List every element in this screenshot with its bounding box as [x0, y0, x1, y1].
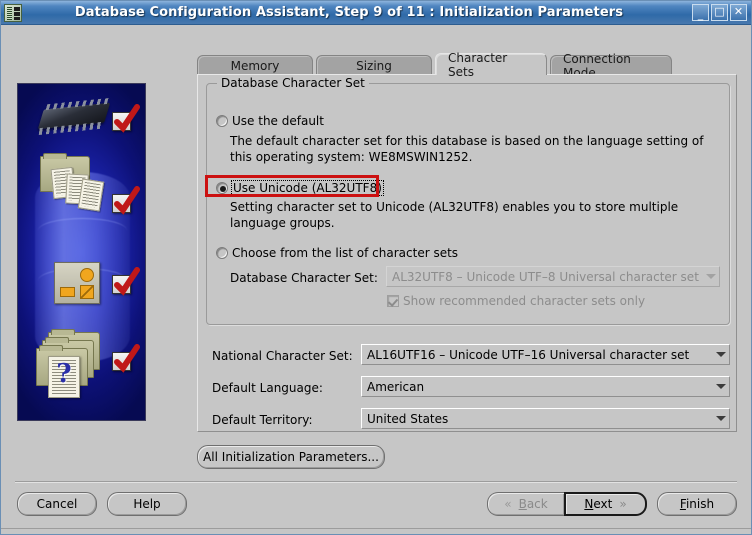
- close-glyph: ✕: [733, 5, 744, 18]
- close-icon[interactable]: ✕: [730, 4, 747, 21]
- database-character-set-label: Database Character Set:: [230, 271, 378, 285]
- rectangle-icon: [60, 287, 75, 297]
- checkmark-icon: [112, 267, 140, 296]
- radio-indicator: [216, 247, 228, 259]
- footer-divider: [15, 481, 737, 482]
- national-character-set-value: AL16UTF16 – Unicode UTF–16 Universal cha…: [367, 347, 690, 362]
- question-document-icon: ?: [48, 356, 80, 398]
- navigation-button-group: « Back Next »: [487, 492, 647, 516]
- database-character-set-value: AL32UTF8 – Unicode UTF–8 Universal chara…: [392, 269, 699, 284]
- tab-character-sets[interactable]: Character Sets: [435, 51, 547, 79]
- help-button[interactable]: Help: [107, 492, 187, 516]
- radio-indicator: [216, 115, 228, 127]
- finish-label: Finish: [679, 497, 715, 511]
- default-territory-select[interactable]: United States: [361, 408, 730, 429]
- radio-choose-from-list[interactable]: Choose from the list of character sets: [216, 246, 458, 260]
- next-label: Next: [584, 497, 613, 511]
- minimize-glyph: _: [697, 8, 704, 21]
- minimize-icon[interactable]: _: [692, 4, 709, 21]
- radio-use-unicode-label: Use Unicode (AL32UTF8): [231, 180, 384, 196]
- radio-use-the-default-label: Use the default: [232, 114, 324, 128]
- use-the-default-description: The default character set for this datab…: [230, 134, 704, 164]
- default-territory-value: United States: [367, 411, 449, 426]
- database-character-set-select[interactable]: AL32UTF8 – Unicode UTF–8 Universal chara…: [386, 266, 720, 287]
- back-label: Back: [518, 497, 548, 511]
- memory-chip-icon: [37, 102, 111, 130]
- tab-character-sets-label: Character Sets: [448, 50, 508, 79]
- radio-use-the-default[interactable]: Use the default: [216, 114, 324, 128]
- chevron-down-icon: [712, 384, 729, 389]
- tab-memory-label: Memory: [230, 58, 280, 73]
- chevron-down-icon: [712, 416, 729, 421]
- checkmark-icon: [112, 104, 140, 133]
- chevron-down-icon: [712, 352, 729, 357]
- all-initialization-parameters-button[interactable]: All Initialization Parameters...: [197, 445, 385, 469]
- document-icon: [77, 178, 105, 212]
- use-unicode-description: Setting character set to Unicode (AL32UT…: [230, 200, 679, 230]
- next-button[interactable]: Next »: [564, 492, 647, 516]
- tab-strip: Memory Sizing Character Sets Connection …: [197, 51, 737, 80]
- chevron-right-icon: »: [619, 497, 627, 511]
- maximize-glyph: □: [714, 5, 725, 18]
- checkmark-icon: [112, 344, 140, 373]
- cancel-button[interactable]: Cancel: [17, 492, 97, 516]
- chevron-left-icon: «: [504, 497, 512, 511]
- shapes-icon: [54, 262, 100, 304]
- maximize-icon[interactable]: □: [711, 4, 728, 21]
- dbca-window: Database Configuration Assistant, Step 9…: [0, 0, 752, 535]
- checkmark-icon: [112, 186, 140, 215]
- chevron-down-icon: [702, 274, 719, 279]
- window-title: Database Configuration Assistant, Step 9…: [74, 5, 624, 20]
- radio-indicator: [216, 182, 228, 194]
- show-recommended-checkbox[interactable]: Show recommended character sets only: [387, 294, 645, 308]
- national-character-set-select[interactable]: AL16UTF16 – Unicode UTF–16 Universal cha…: [361, 344, 730, 365]
- crossed-box-icon: [80, 285, 94, 299]
- help-label: Help: [133, 497, 161, 511]
- radio-use-unicode[interactable]: Use Unicode (AL32UTF8): [216, 180, 384, 196]
- radio-choose-from-list-label: Choose from the list of character sets: [232, 246, 459, 260]
- tab-sizing[interactable]: Sizing: [316, 55, 432, 75]
- back-button[interactable]: « Back: [487, 492, 564, 516]
- group-title: Database Character Set: [217, 76, 369, 90]
- circle-icon: [80, 268, 94, 282]
- tab-sizing-label: Sizing: [356, 58, 392, 73]
- all-initialization-parameters-label: All Initialization Parameters...: [203, 450, 379, 464]
- dbca-illustration: ?: [17, 83, 146, 421]
- character-sets-panel: Database Character Set Use the default T…: [197, 74, 737, 432]
- default-territory-label: Default Territory:: [212, 413, 313, 427]
- status-strip: [1, 528, 751, 534]
- default-language-select[interactable]: American: [361, 376, 730, 397]
- database-assistant-icon: [4, 3, 22, 22]
- tab-connection-mode[interactable]: Connection Mode: [550, 52, 672, 80]
- cancel-label: Cancel: [36, 497, 78, 511]
- finish-button[interactable]: Finish: [657, 492, 737, 516]
- checkbox-indicator: [387, 295, 399, 307]
- window-controls: _ □ ✕: [692, 4, 747, 21]
- default-language-value: American: [367, 379, 425, 394]
- national-character-set-label: National Character Set:: [212, 349, 353, 363]
- tab-memory[interactable]: Memory: [197, 55, 313, 75]
- show-recommended-label: Show recommended character sets only: [403, 294, 646, 308]
- title-bar: Database Configuration Assistant, Step 9…: [1, 1, 751, 25]
- default-language-label: Default Language:: [212, 381, 323, 395]
